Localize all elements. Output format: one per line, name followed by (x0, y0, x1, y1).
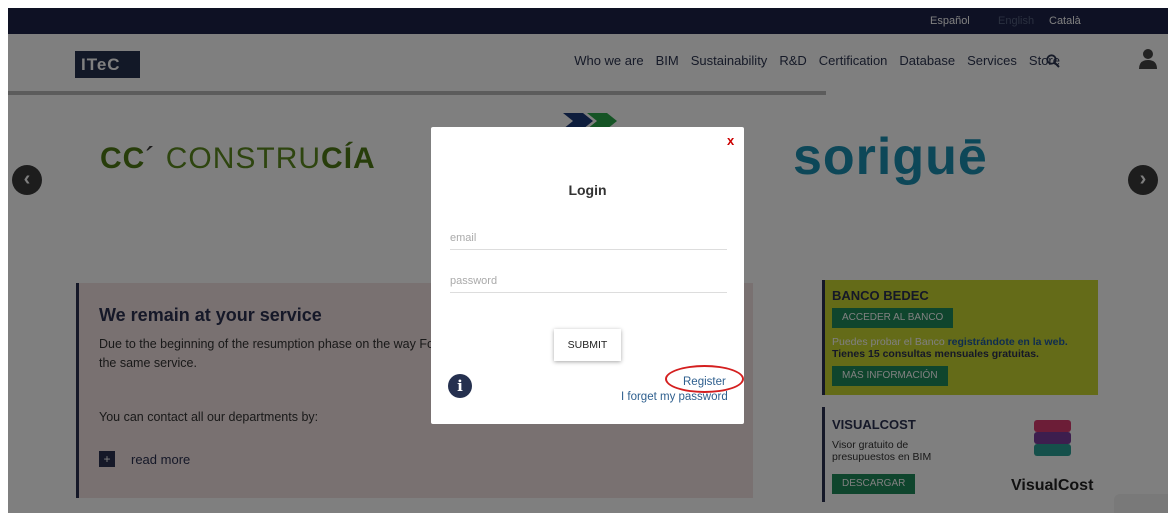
register-highlight-ring (665, 365, 744, 393)
email-field[interactable] (450, 226, 727, 250)
close-button[interactable]: x (727, 133, 734, 148)
page: Español English Català ITeC Who we are B… (0, 0, 1168, 513)
forgot-password-link[interactable]: I forget my password (621, 391, 728, 403)
login-title: Login (568, 182, 607, 198)
submit-button[interactable]: SUBMIT (554, 329, 621, 361)
password-field[interactable] (450, 269, 727, 293)
info-icon[interactable]: i (448, 374, 472, 398)
